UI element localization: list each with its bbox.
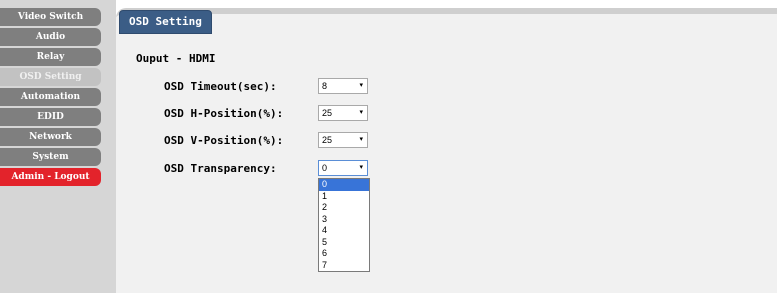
osd-h-position-value: 25: [322, 108, 333, 118]
osd-transparency-select[interactable]: 0 ▾: [318, 160, 368, 176]
osd-v-position-label: OSD V-Position(%):: [164, 134, 284, 147]
osd-timeout-row: OSD Timeout(sec): 8 ▾: [164, 78, 484, 96]
dropdown-option-2[interactable]: 2: [319, 202, 369, 214]
osd-timeout-select[interactable]: 8 ▾: [318, 78, 368, 94]
osd-transparency-label: OSD Transparency:: [164, 162, 277, 175]
sidebar-item-relay[interactable]: Relay: [0, 48, 101, 66]
osd-v-position-row: OSD V-Position(%): 25 ▾: [164, 132, 484, 150]
sidebar-nav: Video Switch Audio Relay OSD Setting Aut…: [0, 8, 101, 188]
output-label: Ouput - HDMI: [136, 52, 216, 65]
chevron-down-icon: ▾: [359, 136, 363, 143]
chevron-down-icon: ▾: [359, 164, 363, 171]
osd-settings-panel: OSD Setting Ouput - HDMI OSD Timeout(sec…: [116, 8, 777, 293]
osd-v-position-value: 25: [322, 135, 333, 145]
sidebar-item-automation[interactable]: Automation: [0, 88, 101, 106]
dropdown-option-0[interactable]: 0: [319, 179, 369, 191]
osd-transparency-row: OSD Transparency: 0 ▾: [164, 160, 484, 178]
dropdown-option-1[interactable]: 1: [319, 191, 369, 203]
dropdown-option-6[interactable]: 6: [319, 248, 369, 260]
osd-timeout-value: 8: [322, 81, 328, 91]
dropdown-option-5[interactable]: 5: [319, 237, 369, 249]
chevron-down-icon: ▾: [359, 82, 363, 89]
dropdown-option-4[interactable]: 4: [319, 225, 369, 237]
chevron-down-icon: ▾: [359, 109, 363, 116]
sidebar-item-video-switch[interactable]: Video Switch: [0, 8, 101, 26]
panel-title: OSD Setting: [119, 10, 212, 34]
osd-v-position-select[interactable]: 25 ▾: [318, 132, 368, 148]
dropdown-option-7[interactable]: 7: [319, 260, 369, 272]
sidebar-item-network[interactable]: Network: [0, 128, 101, 146]
sidebar: Video Switch Audio Relay OSD Setting Aut…: [0, 0, 116, 293]
osd-transparency-dropdown: 0 1 2 3 4 5 6 7: [318, 178, 370, 272]
logout-button[interactable]: Admin - Logout: [0, 168, 101, 186]
dropdown-option-3[interactable]: 3: [319, 214, 369, 226]
osd-h-position-select[interactable]: 25 ▾: [318, 105, 368, 121]
osd-transparency-value: 0: [322, 163, 328, 173]
sidebar-item-system[interactable]: System: [0, 148, 101, 166]
sidebar-item-edid[interactable]: EDID: [0, 108, 101, 126]
sidebar-item-audio[interactable]: Audio: [0, 28, 101, 46]
sidebar-item-osd-setting[interactable]: OSD Setting: [0, 68, 101, 86]
osd-h-position-label: OSD H-Position(%):: [164, 107, 284, 120]
osd-h-position-row: OSD H-Position(%): 25 ▾: [164, 105, 484, 123]
osd-timeout-label: OSD Timeout(sec):: [164, 80, 277, 93]
